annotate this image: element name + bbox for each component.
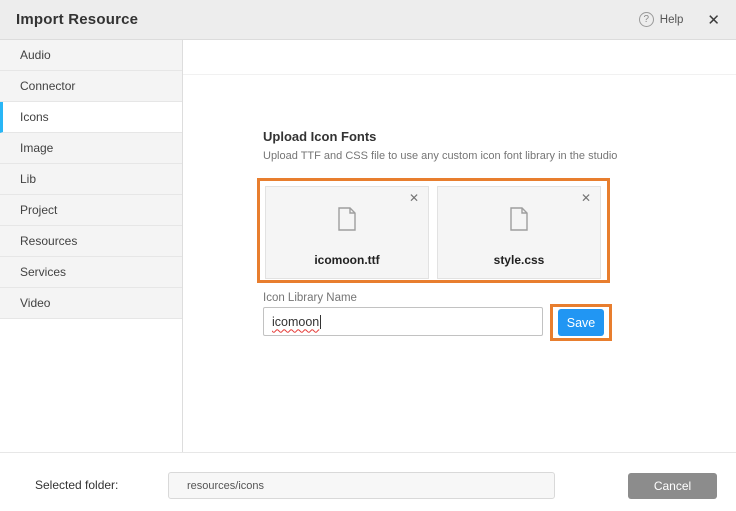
file-icon xyxy=(337,207,357,236)
save-button[interactable]: Save xyxy=(558,309,605,336)
annotation-box-files: ✕ icomoon.ttf ✕ xyxy=(257,178,610,283)
sidebar-item-lib[interactable]: Lib xyxy=(0,164,182,195)
panel-subtitle: Upload TTF and CSS file to use any custo… xyxy=(263,150,617,162)
uploaded-file-card-ttf: ✕ icomoon.ttf xyxy=(265,186,429,279)
selected-folder-label: Selected folder: xyxy=(35,478,118,492)
sidebar-item-resources[interactable]: Resources xyxy=(0,226,182,257)
help-button[interactable]: ? Help xyxy=(639,12,684,27)
help-icon[interactable]: ? xyxy=(639,12,654,27)
icon-library-name-label: Icon Library Name xyxy=(263,292,357,304)
sidebar-item-audio[interactable]: Audio xyxy=(0,40,182,71)
import-resource-dialog: Import Resource ? Help ✕ Audio Connector… xyxy=(0,0,736,511)
icons-panel: Upload Icon Fonts Upload TTF and CSS fil… xyxy=(183,40,736,452)
annotation-box-save: Save xyxy=(550,304,612,341)
sidebar-item-services[interactable]: Services xyxy=(0,257,182,288)
sidebar-item-image[interactable]: Image xyxy=(0,133,182,164)
resource-type-sidebar: Audio Connector Icons Image Lib Project … xyxy=(0,40,183,452)
sidebar-item-connector[interactable]: Connector xyxy=(0,71,182,102)
cancel-button[interactable]: Cancel xyxy=(628,473,717,499)
file-icon xyxy=(509,207,529,236)
dialog-header: Import Resource ? Help ✕ xyxy=(0,0,736,40)
dialog-footer: Selected folder: resources/icons Cancel xyxy=(0,453,736,510)
content-divider xyxy=(183,74,736,75)
sidebar-item-video[interactable]: Video xyxy=(0,288,182,319)
help-label[interactable]: Help xyxy=(660,14,684,26)
selected-folder-field[interactable]: resources/icons xyxy=(168,472,555,499)
page-title: Import Resource xyxy=(16,11,138,28)
remove-file-icon[interactable]: ✕ xyxy=(409,191,419,205)
icon-library-name-value: icomoon xyxy=(272,315,319,329)
selected-folder-value: resources/icons xyxy=(187,480,264,492)
dialog-body: Audio Connector Icons Image Lib Project … xyxy=(0,40,736,453)
icon-library-name-input[interactable]: icomoon xyxy=(263,307,543,336)
sidebar-item-project[interactable]: Project xyxy=(0,195,182,226)
file-name: style.css xyxy=(438,253,600,267)
text-caret xyxy=(320,315,321,329)
sidebar-item-icons[interactable]: Icons xyxy=(0,102,182,133)
close-icon[interactable]: ✕ xyxy=(707,11,720,29)
uploaded-file-card-css: ✕ style.css xyxy=(437,186,601,279)
remove-file-icon[interactable]: ✕ xyxy=(581,191,591,205)
panel-heading: Upload Icon Fonts xyxy=(263,129,376,144)
file-name: icomoon.ttf xyxy=(266,253,428,267)
